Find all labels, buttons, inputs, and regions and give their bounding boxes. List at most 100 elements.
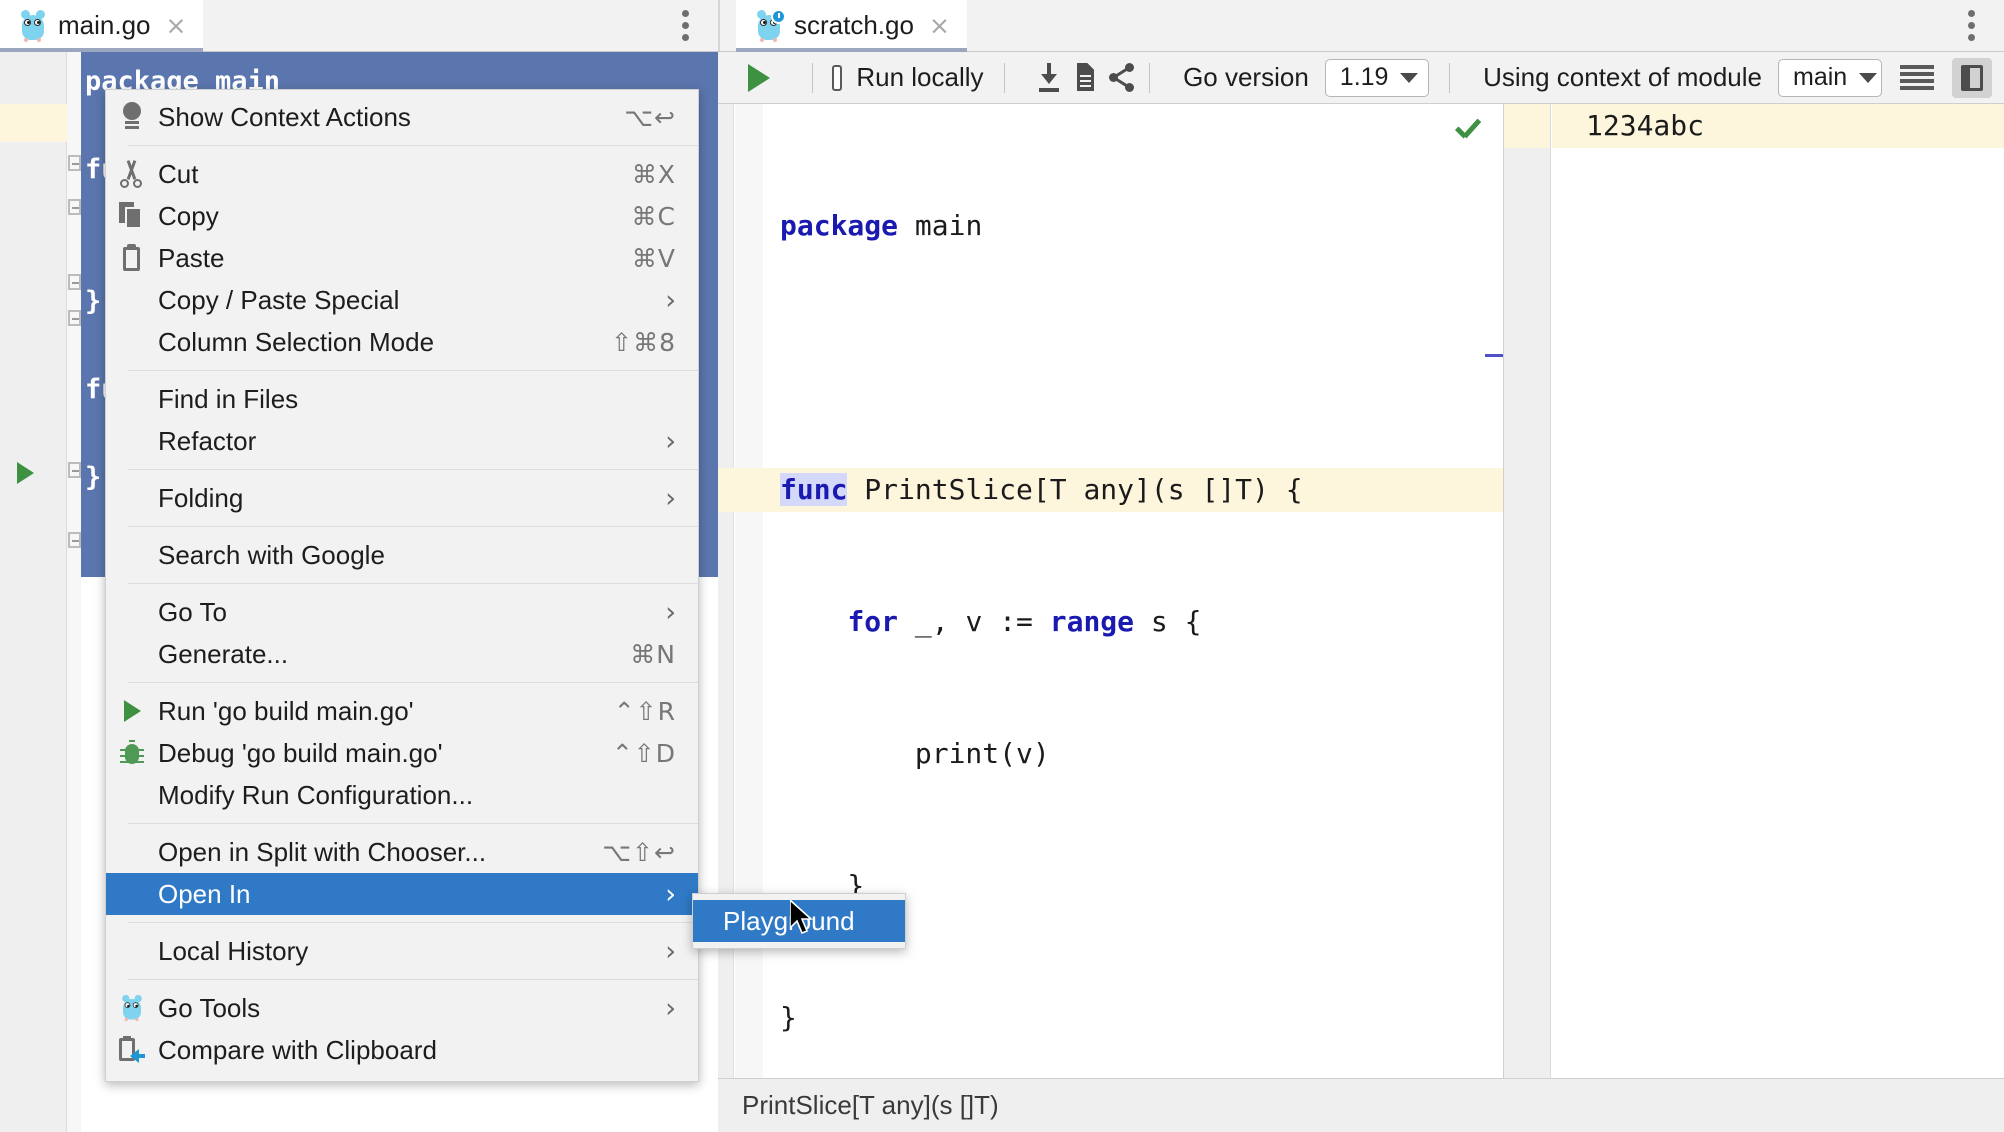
menu-item-shortcut: ⌘V xyxy=(631,243,676,273)
menu-item-column-selection-mode[interactable]: Column Selection Mode ⇧⌘8 xyxy=(106,321,698,363)
menu-item-shortcut: ⌘C xyxy=(631,201,676,231)
menu-item-icon-slot xyxy=(106,992,158,1024)
menu-item-local-history[interactable]: Local History › xyxy=(106,930,698,972)
menu-item-copy[interactable]: Copy ⌘C xyxy=(106,195,698,237)
menu-item-label: Modify Run Configuration... xyxy=(158,779,474,810)
module-context-value: main xyxy=(1793,63,1848,91)
menu-item-compare-with-clipboard[interactable]: Compare with Clipboard xyxy=(106,1029,698,1071)
download-icon[interactable] xyxy=(1036,61,1059,95)
lightbulb-icon xyxy=(119,102,145,132)
left-tab-options-icon[interactable] xyxy=(662,0,708,51)
chevron-down-icon xyxy=(1859,72,1878,83)
go-gopher-icon xyxy=(19,9,47,42)
menu-item-generate[interactable]: Generate... ⌘N xyxy=(106,633,698,675)
tab-strip-filler xyxy=(203,0,662,51)
tab-main-go[interactable]: main.go × xyxy=(0,0,204,52)
menu-item-open-in-split-with-chooser[interactable]: Open in Split with Chooser... ⌥⇧↩ xyxy=(106,831,698,873)
code-line: print(v) xyxy=(780,737,1050,770)
menu-item-icon-slot xyxy=(106,1036,158,1064)
menu-item-paste[interactable]: Paste ⌘V xyxy=(106,237,698,279)
share-icon[interactable] xyxy=(1106,61,1134,95)
run-icon xyxy=(123,700,141,722)
menu-item-run-go-build-main-go[interactable]: Run 'go build main.go' ⌃⇧R xyxy=(106,690,698,732)
menu-separator xyxy=(128,823,698,824)
editor-context-menu[interactable]: Show Context Actions ⌥↩ Cut ⌘X Copy ⌘C Paste ⌘V… xyxy=(105,89,699,1082)
menu-separator xyxy=(128,145,698,146)
menu-item-go-tools[interactable]: Go Tools › xyxy=(106,987,698,1029)
menu-item-label: Go To xyxy=(158,596,227,627)
fold-toggle-icon[interactable] xyxy=(68,532,81,548)
menu-item-shortcut: ⌃⇧D xyxy=(611,738,676,768)
document-icon[interactable] xyxy=(1071,61,1095,95)
menu-item-folding[interactable]: Folding › xyxy=(106,477,698,519)
run-locally-checkbox[interactable] xyxy=(832,64,843,91)
fold-toggle-icon[interactable] xyxy=(68,462,81,478)
left-run-gutter-icon[interactable] xyxy=(17,462,34,484)
run-icon[interactable] xyxy=(748,63,770,92)
go-version-select[interactable]: 1.19 xyxy=(1324,58,1429,97)
mouse-cursor xyxy=(790,900,816,938)
tab-scratch-go[interactable]: scratch.go × xyxy=(736,0,967,52)
menu-item-open-in[interactable]: Open In › xyxy=(106,873,698,915)
chevron-right-icon: › xyxy=(665,482,676,514)
compare-clipboard-icon xyxy=(118,1036,146,1064)
menu-item-label: Find in Files xyxy=(158,383,299,414)
close-icon[interactable]: × xyxy=(166,13,187,38)
menu-item-label: Generate... xyxy=(158,638,289,669)
module-context-label: Using context of module xyxy=(1483,62,1763,92)
split-panel-icon[interactable] xyxy=(1952,57,1993,98)
chevron-right-icon: › xyxy=(665,425,676,457)
run-locally-label: Run locally xyxy=(856,62,984,92)
left-tab-strip: main.go × xyxy=(0,0,718,52)
menu-item-search-with-google[interactable]: Search with Google xyxy=(106,534,698,576)
menu-item-debug-go-build-main-go[interactable]: Debug 'go build main.go' ⌃⇧D xyxy=(106,732,698,774)
chevron-down-icon xyxy=(1400,72,1419,83)
menu-item-copy-paste-special[interactable]: Copy / Paste Special › xyxy=(106,279,698,321)
fold-toggle-icon[interactable] xyxy=(68,155,81,171)
menu-item-find-in-files[interactable]: Find in Files xyxy=(106,378,698,420)
go-version-value: 1.19 xyxy=(1339,63,1389,91)
menu-item-label: Local History xyxy=(158,935,309,966)
playground-output-panel: 1234abc xyxy=(1504,104,2004,1078)
menu-item-refactor[interactable]: Refactor › xyxy=(106,420,698,462)
menu-item-shortcut: ⇧⌘8 xyxy=(611,327,676,357)
menu-item-label: Copy xyxy=(158,200,219,231)
menu-item-label: Refactor xyxy=(158,425,257,456)
module-context-select[interactable]: main xyxy=(1778,58,1883,97)
menu-item-cut[interactable]: Cut ⌘X xyxy=(106,153,698,195)
chevron-right-icon: › xyxy=(665,878,676,910)
menu-item-icon-slot xyxy=(106,244,158,272)
left-editor-gutter xyxy=(0,52,67,1132)
code-line-highlighted: func PrintSlice[T any](s []T) { xyxy=(718,468,1503,512)
menu-item-shortcut: ⌥↩ xyxy=(624,102,676,132)
menu-item-go-to[interactable]: Go To › xyxy=(106,591,698,633)
paste-icon xyxy=(119,244,145,272)
fold-toggle-icon[interactable] xyxy=(68,199,81,215)
menu-separator xyxy=(128,469,698,470)
go-version-label: Go version xyxy=(1183,62,1309,92)
menu-item-label: Paste xyxy=(158,242,225,273)
hamburger-icon[interactable] xyxy=(1900,64,1935,91)
menu-item-label: Show Context Actions xyxy=(158,101,411,132)
left-editor-caret-line xyxy=(0,104,67,142)
menu-separator xyxy=(128,979,698,980)
menu-item-show-context-actions[interactable]: Show Context Actions ⌥↩ xyxy=(106,96,698,138)
toolbar-right-group xyxy=(1882,57,2004,98)
right-tab-options-icon[interactable] xyxy=(1948,0,1994,51)
menu-item-label: Column Selection Mode xyxy=(158,326,435,357)
menu-separator xyxy=(128,922,698,923)
code-line: package main xyxy=(780,209,983,242)
chevron-right-icon: › xyxy=(665,284,676,316)
fold-toggle-icon[interactable] xyxy=(68,274,81,290)
menu-item-modify-run-configuration[interactable]: Modify Run Configuration... xyxy=(106,774,698,816)
right-tab-strip: scratch.go × xyxy=(718,0,2004,52)
fold-toggle-icon[interactable] xyxy=(68,310,81,326)
menu-item-label: Open in Split with Chooser... xyxy=(158,836,487,867)
menu-item-label: Go Tools xyxy=(158,992,261,1023)
menu-item-icon-slot xyxy=(106,202,158,230)
menu-separator xyxy=(128,370,698,371)
close-icon[interactable]: × xyxy=(929,13,950,38)
menu-item-shortcut: ⌘X xyxy=(631,159,676,189)
menu-item-label: Search with Google xyxy=(158,539,385,570)
